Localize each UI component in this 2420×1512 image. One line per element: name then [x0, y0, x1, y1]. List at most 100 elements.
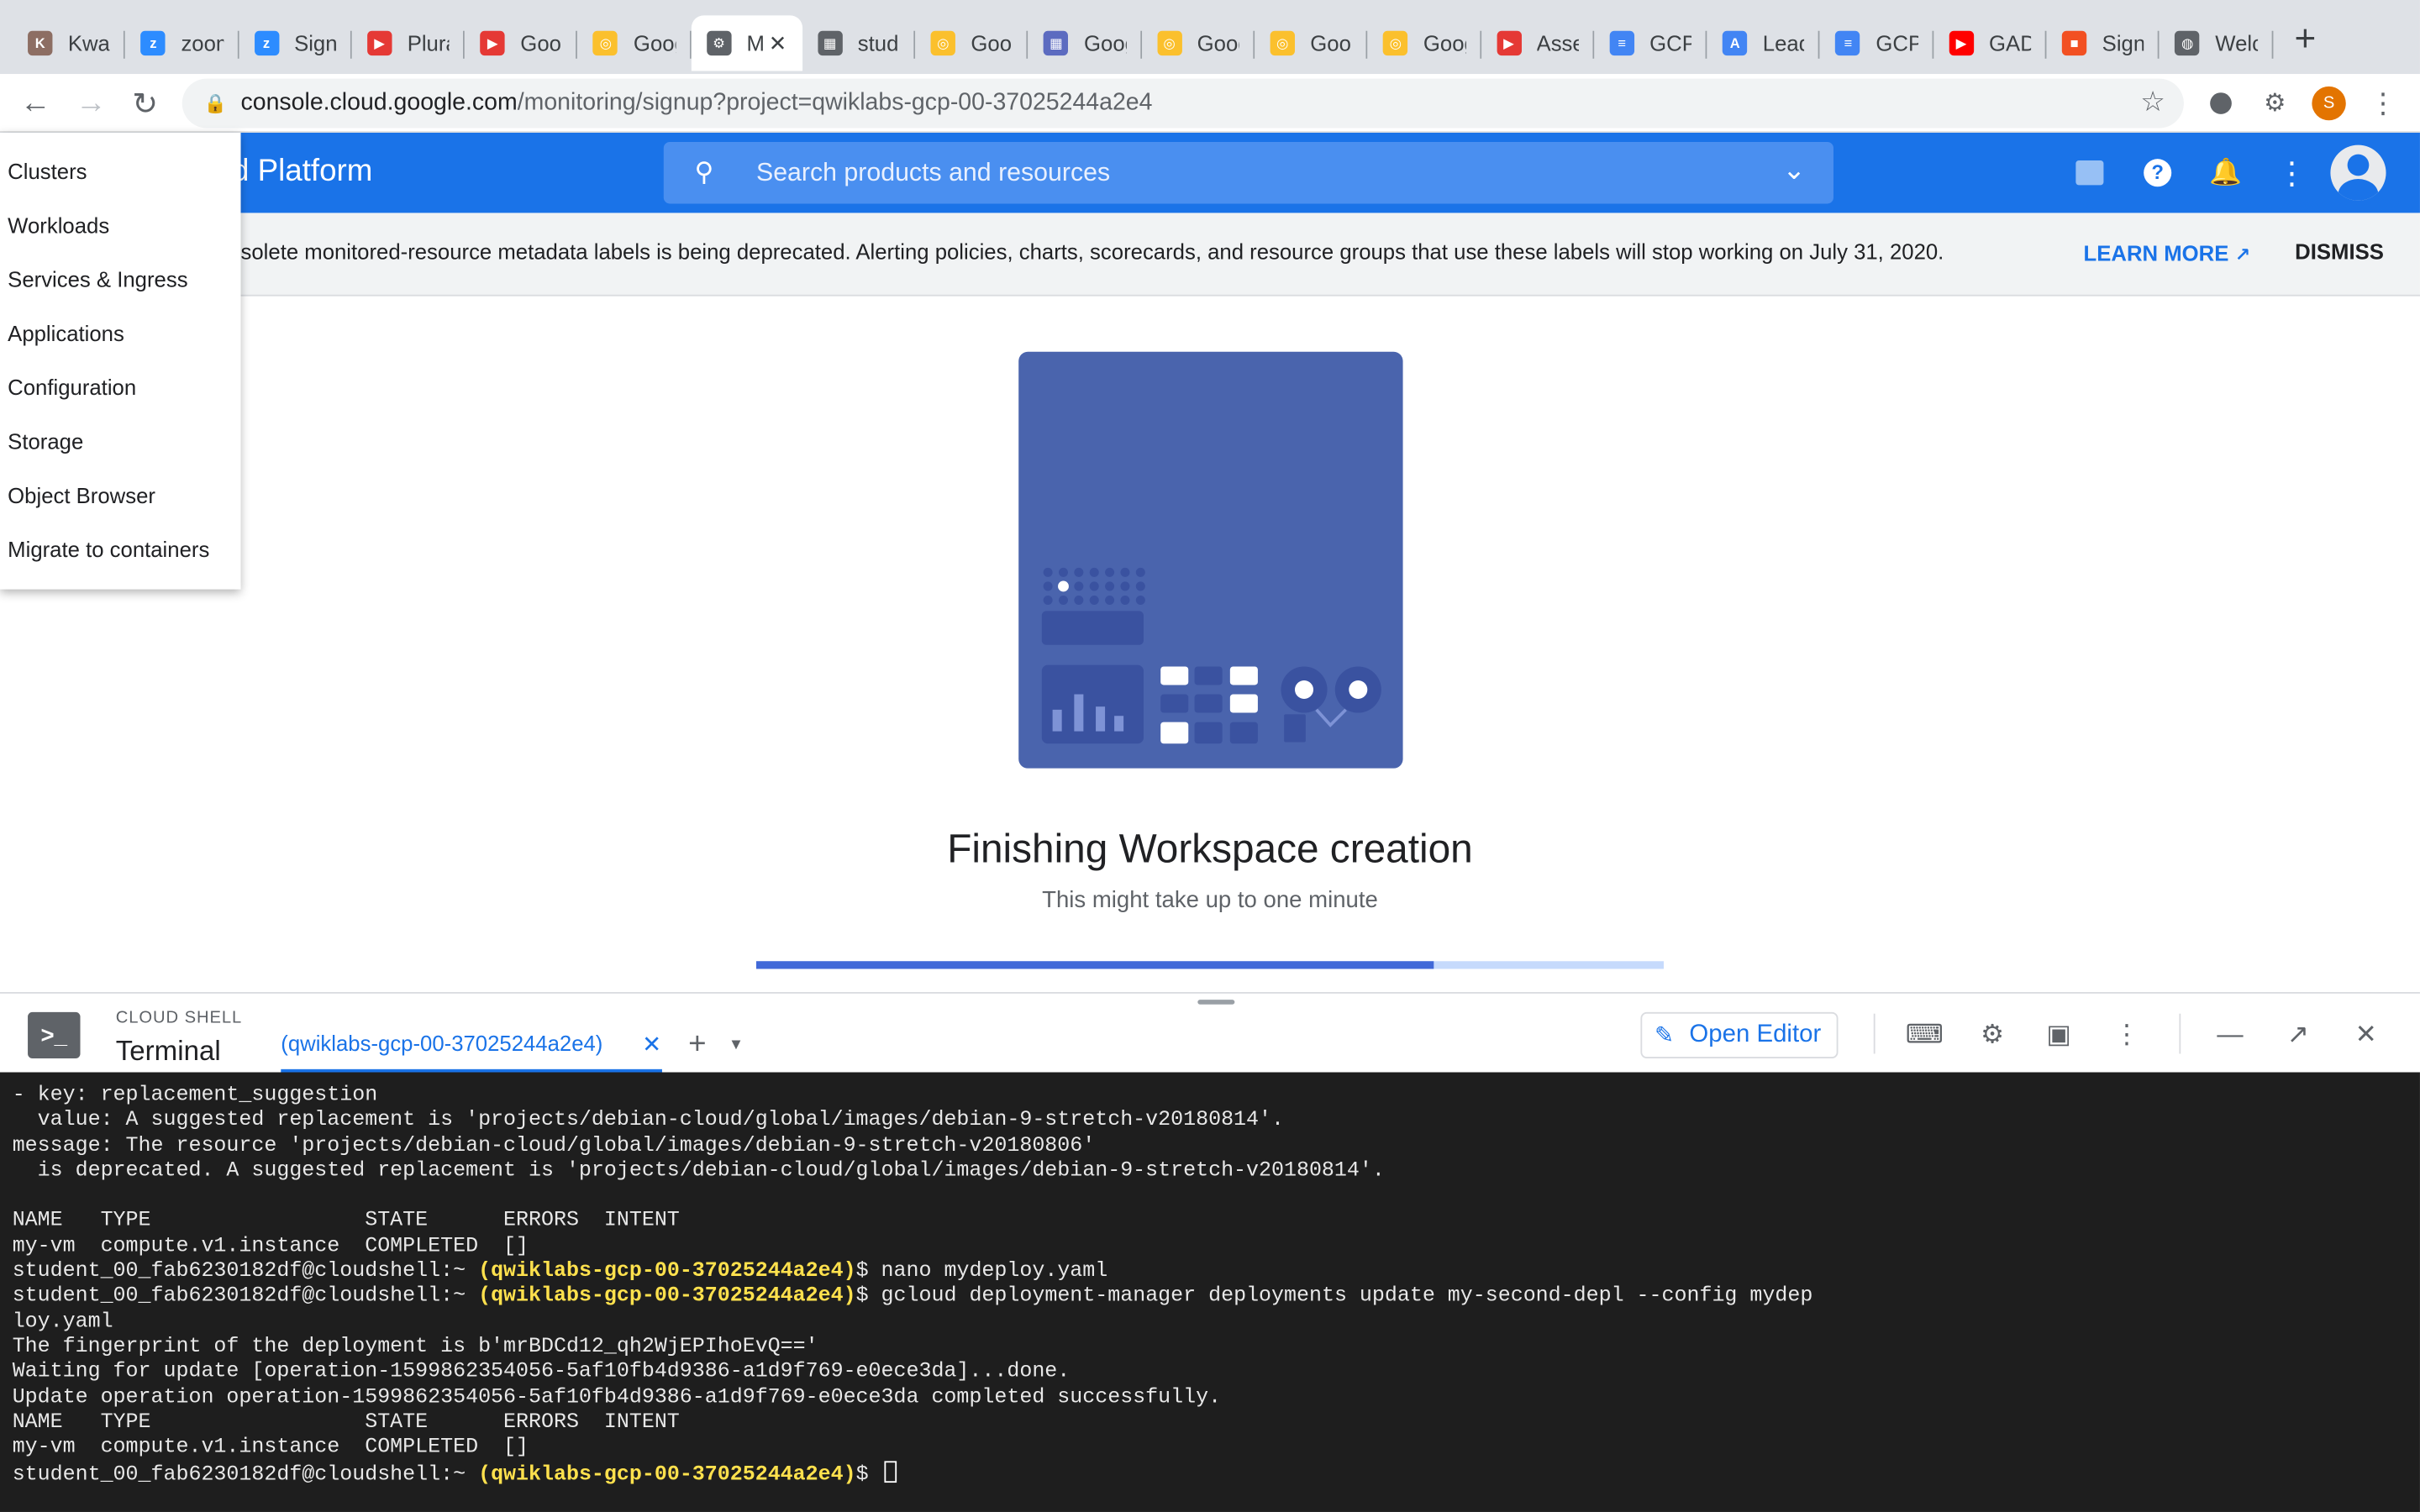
- tab-favicon-icon: ≡: [1609, 30, 1634, 56]
- terminal-line: - key: replacement_suggestion: [12, 1084, 378, 1108]
- profile-avatar[interactable]: S: [2304, 79, 2354, 129]
- browser-toolbar: ← → ↻ 🔒 console.cloud.google.com/monitor…: [0, 74, 2420, 133]
- menu-item[interactable]: Clusters: [0, 145, 241, 199]
- browser-tab[interactable]: ▶ Asse: [1481, 15, 1595, 71]
- menu-item[interactable]: Object Browser: [0, 468, 241, 522]
- terminal-line: Waiting for update [operation-1599862354…: [12, 1361, 1071, 1385]
- browser-tab[interactable]: ◎ Goog: [1142, 15, 1255, 71]
- browser-tab[interactable]: ≡ GCP: [1820, 15, 1933, 71]
- tab-title: Goog: [1310, 30, 1352, 56]
- tab-favicon-icon: ▦: [1044, 30, 1069, 56]
- menu-item[interactable]: Services & Ingress: [0, 253, 241, 307]
- extensions-puzzle-icon[interactable]: ⚙: [2250, 79, 2300, 129]
- terminal-line: NAME TYPE STATE ERRORS INTENT: [12, 1210, 680, 1234]
- tab-favicon-icon: A: [1723, 30, 1748, 56]
- browser-tab[interactable]: z Sign: [239, 15, 352, 71]
- terminal-line: Update operation operation-1599862354056…: [12, 1386, 1222, 1410]
- open-editor-label: Open Editor: [1689, 1021, 1822, 1048]
- browser-tab[interactable]: ◎ Goog: [915, 15, 1028, 71]
- terminal-line: The fingerprint of the deployment is b'm…: [12, 1336, 818, 1360]
- browser-tab[interactable]: ◎ Goog: [1255, 15, 1368, 71]
- resize-handle[interactable]: [1197, 1000, 1235, 1005]
- caret-down-icon[interactable]: ▼: [729, 1037, 744, 1053]
- keyboard-icon[interactable]: ⌨: [1904, 1016, 1944, 1056]
- minimize-icon[interactable]: —: [2210, 1016, 2250, 1056]
- bookmark-star-icon[interactable]: ☆: [2140, 87, 2165, 119]
- reload-icon[interactable]: ↻: [118, 77, 171, 129]
- terminal-label: Terminal: [115, 1035, 221, 1067]
- tab-favicon-icon: ▶: [480, 30, 505, 56]
- account-avatar[interactable]: [2330, 144, 2386, 201]
- more-options-icon[interactable]: ⋮: [2270, 151, 2313, 194]
- more-vert-icon[interactable]: ⋮: [2107, 1016, 2147, 1056]
- browser-menu-icon[interactable]: ⋮: [2358, 79, 2407, 129]
- close-session-icon[interactable]: ✕: [642, 1031, 661, 1058]
- add-session-icon[interactable]: +: [688, 1027, 706, 1063]
- dismiss-button[interactable]: DISMISS: [2295, 239, 2384, 264]
- terminal-output[interactable]: - key: replacement_suggestion value: A s…: [0, 1072, 2420, 1512]
- menu-item[interactable]: Configuration: [0, 360, 241, 414]
- browser-tab[interactable]: K Kwar: [13, 15, 126, 71]
- gcp-header: oud Platform ⚲ Search products and resou…: [0, 132, 2420, 213]
- menu-item[interactable]: Storage: [0, 414, 241, 468]
- open-new-window-icon[interactable]: ↗: [2278, 1016, 2318, 1056]
- back-icon[interactable]: ←: [9, 77, 61, 129]
- tab-title: Lead: [1762, 30, 1805, 56]
- web-preview-icon[interactable]: ▣: [2039, 1016, 2079, 1056]
- browser-tab[interactable]: ▦ stud: [802, 15, 916, 71]
- tab-title: Sign: [294, 30, 337, 56]
- browser-tab[interactable]: ▶ Goog: [465, 15, 578, 71]
- tab-favicon-icon: z: [140, 30, 166, 56]
- browser-tab[interactable]: ◍ Welc: [2160, 15, 2273, 71]
- browser-tab[interactable]: ◎ Goog: [578, 15, 692, 71]
- search-icon: ⚲: [694, 157, 714, 187]
- tab-favicon-icon: ■: [2061, 30, 2087, 56]
- browser-tab[interactable]: ▦ Goog: [1028, 15, 1142, 71]
- browser-tab[interactable]: ■ Sign: [2047, 15, 2160, 71]
- extension-circle-icon[interactable]: [2196, 79, 2246, 129]
- learn-more-link[interactable]: LEARN MORE ↗: [2084, 241, 2251, 265]
- new-tab-icon[interactable]: +: [2295, 18, 2317, 61]
- divider: [1873, 1013, 1876, 1054]
- cloud-shell-terminal-icon: >_: [28, 1011, 81, 1058]
- open-editor-button[interactable]: ✎ Open Editor: [1640, 1011, 1839, 1058]
- menu-item[interactable]: Workloads: [0, 199, 241, 253]
- notifications-bell-icon[interactable]: 🔔: [2204, 151, 2247, 194]
- browser-tab[interactable]: zzoom: [125, 15, 239, 71]
- tab-favicon-icon: ≡: [1835, 30, 1861, 56]
- browser-tab[interactable]: ▶ GAD: [1933, 15, 2047, 71]
- session-tab[interactable]: (qwiklabs-gcp-00-37025244a2e4): [281, 1031, 602, 1055]
- close-icon[interactable]: ✕: [2346, 1016, 2386, 1056]
- search-placeholder: Search products and resources: [755, 158, 1111, 186]
- tab-title: M: [746, 30, 765, 56]
- tab-title: Sign: [2102, 30, 2144, 56]
- cloud-shell-label: CLOUD SHELL: [115, 1009, 243, 1028]
- terminal-line: NAME TYPE STATE ERRORS INTENT: [12, 1411, 680, 1435]
- terminal-line: loy.yaml: [12, 1310, 113, 1335]
- workspace-progress-bar: [755, 961, 1664, 969]
- close-tab-icon[interactable]: ✕: [769, 30, 787, 56]
- tab-title: Goog: [1423, 30, 1465, 56]
- page-subtitle: This might take up to one minute: [1042, 887, 1378, 914]
- cloud-shell-icon[interactable]: [2068, 151, 2111, 194]
- help-icon[interactable]: ?: [2136, 151, 2179, 194]
- address-bar[interactable]: 🔒 console.cloud.google.com/monitoring/si…: [182, 78, 2184, 129]
- menu-item[interactable]: Migrate to containers: [0, 522, 241, 575]
- browser-tab[interactable]: ≡ GCP: [1594, 15, 1707, 71]
- browser-tab[interactable]: ⚙ M ✕: [691, 15, 802, 71]
- tab-favicon-icon: ▶: [366, 30, 392, 56]
- browser-tab[interactable]: ◎ Goog: [1368, 15, 1481, 71]
- menu-item[interactable]: Applications: [0, 307, 241, 360]
- tab-title: Kwar: [67, 30, 110, 56]
- forward-icon[interactable]: →: [65, 77, 117, 129]
- settings-gear-icon[interactable]: ⚙: [1972, 1016, 2012, 1056]
- browser-tab[interactable]: ▶ Plura: [352, 15, 466, 71]
- browser-tab[interactable]: A Lead: [1707, 15, 1821, 71]
- page-title: Finishing Workspace creation: [947, 825, 1473, 872]
- pencil-icon: ✎: [1654, 1022, 1675, 1049]
- terminal-prompt-line: student_00_fab6230182df@cloudshell:~ (qw…: [13, 1462, 2408, 1490]
- tab-favicon-icon: ◍: [2175, 30, 2200, 56]
- tab-favicon-icon: ▶: [1496, 30, 1522, 56]
- search-bar[interactable]: ⚲ Search products and resources ⌄: [663, 141, 1833, 204]
- chevron-down-icon[interactable]: ⌄: [1782, 155, 1806, 187]
